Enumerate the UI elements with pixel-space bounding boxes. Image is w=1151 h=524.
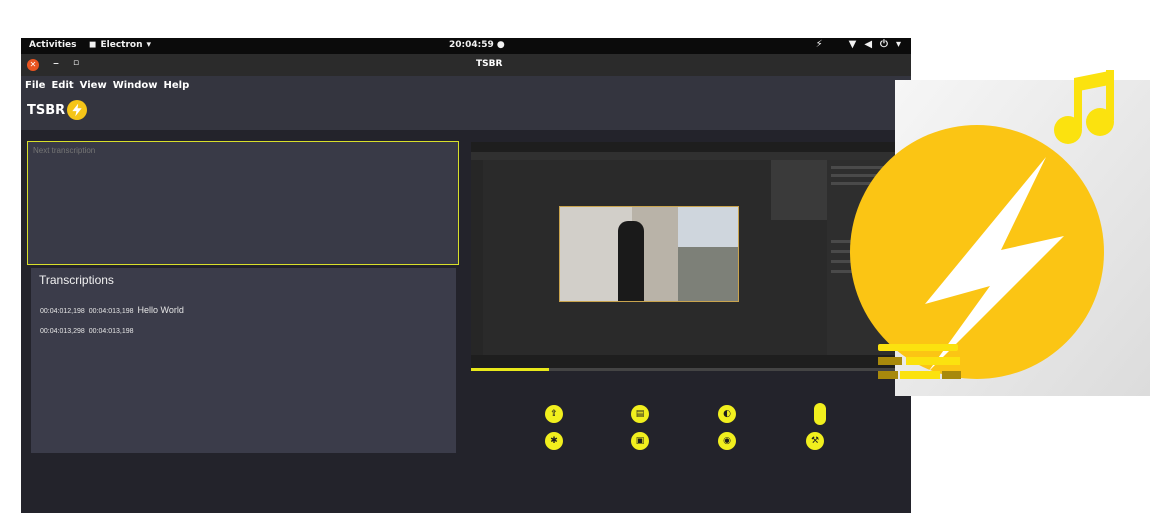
settings-button[interactable]: ✱ — [545, 432, 563, 450]
video-frame — [559, 206, 739, 302]
clock[interactable]: 20:04:59 ● — [449, 40, 505, 50]
transcription-row[interactable]: 00:04:012,198 00:04:013,198 Hello World — [40, 305, 184, 315]
system-tray[interactable]: ⚡ ▼ ◀ ⏻ ▾ — [816, 39, 901, 50]
contrast-button[interactable]: ◐ — [718, 405, 736, 423]
close-icon[interactable]: ✕ — [27, 59, 39, 71]
save-icon: ▣ — [635, 436, 645, 446]
video-preview[interactable] — [471, 142, 907, 371]
start-time: 00:04:013,298 — [40, 328, 85, 335]
settings-icon: ✱ — [550, 436, 558, 446]
window-titlebar: ✕ – ▫ TSBR — [21, 54, 911, 76]
electron-icon: ◼ — [89, 40, 97, 50]
video-editor-header — [471, 142, 907, 152]
video-progress-bar[interactable] — [471, 368, 907, 371]
window-title: TSBR — [476, 59, 503, 69]
lightning-logo-icon — [67, 100, 88, 120]
menu-file[interactable]: File — [25, 80, 45, 91]
system-top-bar: Activities ◼ Electron ▾ 20:04:59 ● ⚡ ▼ ◀… — [21, 38, 911, 54]
toggle-button[interactable] — [814, 403, 826, 425]
upload-icon: ⇪ — [550, 409, 558, 419]
upload-button[interactable]: ⇪ — [545, 405, 563, 423]
menu-help[interactable]: Help — [164, 80, 190, 91]
transcriptions-title: Transcriptions — [39, 273, 114, 287]
video-editor-tools — [471, 160, 483, 355]
activities-button[interactable]: Activities — [29, 40, 77, 50]
start-time: 00:04:012,198 — [40, 308, 85, 315]
end-time: 00:04:013,198 — [88, 308, 134, 315]
end-time: 00:04:013,198 — [88, 328, 134, 335]
notification-dot-icon: ● — [496, 40, 505, 50]
video-editor-toolbar — [471, 152, 907, 160]
menu-edit[interactable]: Edit — [51, 80, 73, 91]
build-button[interactable]: ⚒ — [806, 432, 824, 450]
next-transcription-input[interactable] — [27, 141, 459, 265]
brand-title: TSBR — [27, 102, 66, 118]
contrast-icon: ◐ — [723, 409, 731, 419]
eye-icon: ◉ — [723, 436, 731, 446]
menu-bar: File Edit View Window Help TSBR — [21, 76, 911, 130]
power-indicator-icon[interactable]: ⚡ — [816, 39, 823, 50]
clock-time: 20:04:59 — [449, 40, 494, 50]
app-window: File Edit View Window Help TSBR Transcri… — [21, 76, 911, 513]
file-button[interactable]: ▤ — [631, 405, 649, 423]
volume-icon[interactable]: ◀ — [864, 39, 872, 50]
transcriptions-panel: Transcriptions 00:04:012,198 00:04:013,1… — [31, 268, 456, 453]
save-button[interactable]: ▣ — [631, 432, 649, 450]
file-icon: ▤ — [635, 409, 645, 419]
preview-button[interactable]: ◉ — [718, 432, 736, 450]
transcription-row[interactable]: 00:04:013,298 00:04:013,198 — [40, 328, 138, 335]
video-progress-fill — [471, 368, 550, 371]
app-menu-label: Electron — [100, 40, 143, 50]
app-menu[interactable]: ◼ Electron ▾ — [89, 40, 151, 50]
chevron-down-icon: ▾ — [146, 40, 152, 50]
tsbr-logo — [850, 60, 1151, 400]
menu-window[interactable]: Window — [113, 80, 158, 91]
maximize-icon[interactable]: ▫ — [73, 58, 79, 68]
network-icon[interactable]: ▼ — [849, 39, 857, 50]
minimize-icon[interactable]: – — [53, 56, 59, 70]
video-editor-properties — [771, 160, 831, 220]
brand: TSBR — [27, 100, 88, 120]
power-icon[interactable]: ⏻ — [880, 39, 888, 50]
transcription-text: Hello World — [137, 305, 184, 315]
hammer-icon: ⚒ — [810, 436, 820, 446]
menu-view[interactable]: View — [80, 80, 107, 91]
chevron-down-icon[interactable]: ▾ — [896, 39, 901, 50]
